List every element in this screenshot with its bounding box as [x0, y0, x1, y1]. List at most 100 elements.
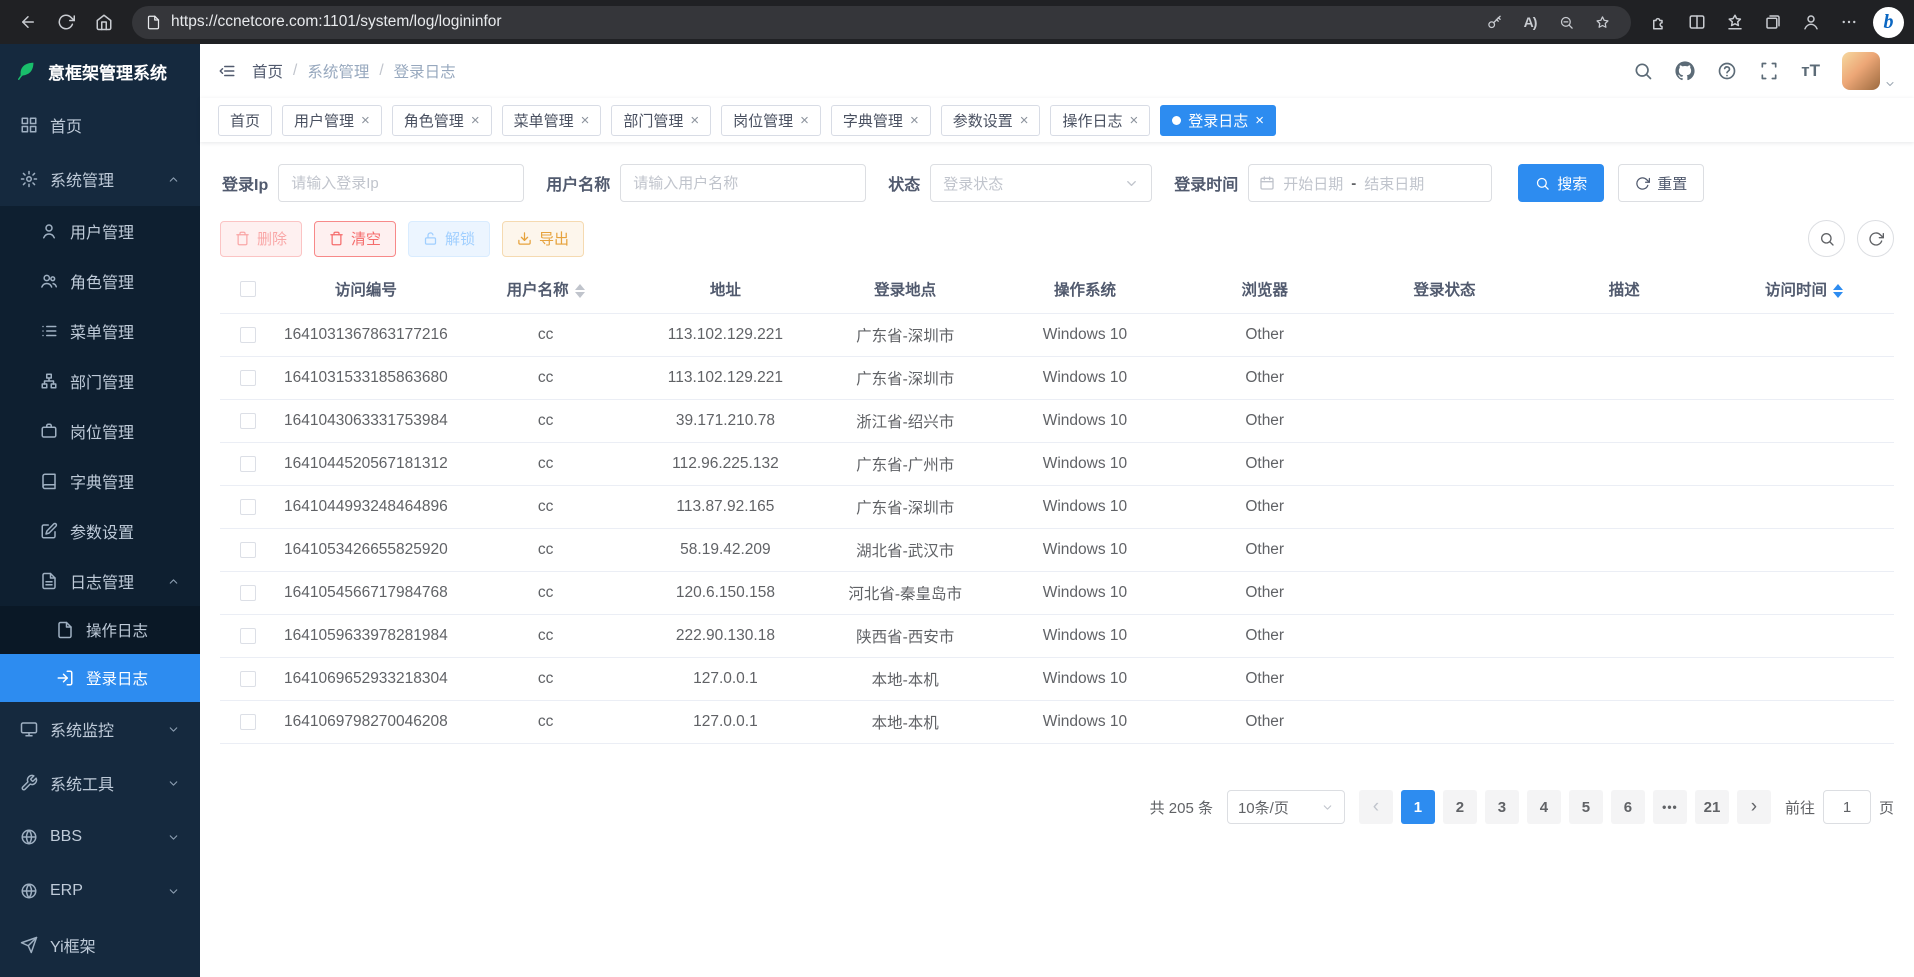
collapse-sidebar-icon[interactable]: [218, 62, 236, 80]
tab-dict-mgmt[interactable]: 字典管理×: [831, 105, 931, 136]
user-name-input[interactable]: [620, 164, 866, 202]
toggle-search-button[interactable]: [1808, 220, 1845, 257]
tab-operation-log[interactable]: 操作日志×: [1050, 105, 1150, 136]
close-icon[interactable]: ×: [1130, 113, 1139, 128]
unlock-button[interactable]: 解锁: [408, 221, 490, 257]
select-all-checkbox[interactable]: [240, 281, 256, 297]
font-size-icon[interactable]: тT: [1801, 61, 1820, 81]
close-icon[interactable]: ×: [471, 113, 480, 128]
sidebar-item-post-mgmt[interactable]: 岗位管理: [0, 406, 200, 456]
row-checkbox[interactable]: [240, 413, 256, 429]
help-icon[interactable]: [1717, 61, 1737, 81]
user-avatar[interactable]: [1842, 52, 1880, 90]
collections-icon[interactable]: [1755, 4, 1791, 40]
fullscreen-icon[interactable]: [1759, 61, 1779, 81]
close-icon[interactable]: ×: [1020, 113, 1029, 128]
goto-page-input[interactable]: [1823, 790, 1871, 824]
browser-menu-icon[interactable]: [1831, 4, 1867, 40]
page-button-6[interactable]: 6: [1611, 790, 1645, 824]
row-checkbox[interactable]: [240, 499, 256, 515]
sort-icon[interactable]: [1833, 284, 1843, 298]
table-row[interactable]: 1641044993248464896 cc 113.87.92.165 广东省…: [220, 486, 1894, 529]
row-checkbox[interactable]: [240, 456, 256, 472]
tab-home[interactable]: 首页: [218, 105, 272, 136]
refresh-table-button[interactable]: [1857, 220, 1894, 257]
close-icon[interactable]: ×: [800, 113, 809, 128]
sidebar-item-system-monitor[interactable]: 系统监控: [0, 702, 200, 756]
sort-icon[interactable]: [575, 284, 585, 298]
tab-dept-mgmt[interactable]: 部门管理×: [611, 105, 711, 136]
row-checkbox[interactable]: [240, 671, 256, 687]
table-row[interactable]: 1641059633978281984 cc 222.90.130.18 陕西省…: [220, 615, 1894, 658]
close-icon[interactable]: ×: [690, 113, 699, 128]
table-row[interactable]: 1641069652933218304 cc 127.0.0.1 本地-本机 W…: [220, 658, 1894, 701]
sidebar-item-system-tools[interactable]: 系统工具: [0, 756, 200, 810]
sidebar-item-erp[interactable]: ERP: [0, 864, 200, 918]
sidebar-item-log-mgmt[interactable]: 日志管理: [0, 556, 200, 606]
page-button-1[interactable]: 1: [1401, 790, 1435, 824]
col-user-name[interactable]: 用户名称: [456, 265, 636, 314]
tab-user-mgmt[interactable]: 用户管理×: [282, 105, 382, 136]
more-pages-button[interactable]: •••: [1653, 790, 1687, 824]
sidebar-item-dict-mgmt[interactable]: 字典管理: [0, 456, 200, 506]
row-checkbox[interactable]: [240, 628, 256, 644]
close-icon[interactable]: ×: [581, 113, 590, 128]
extensions-icon[interactable]: [1641, 4, 1677, 40]
tab-post-mgmt[interactable]: 岗位管理×: [721, 105, 821, 136]
zoom-level-icon[interactable]: [1551, 7, 1581, 37]
close-icon[interactable]: ×: [1255, 113, 1264, 128]
address-bar[interactable]: https://ccnetcore.com:1101/system/log/lo…: [132, 6, 1631, 39]
chevron-down-icon[interactable]: [1884, 78, 1896, 90]
col-access-time[interactable]: 访问时间: [1714, 265, 1894, 314]
export-button[interactable]: 导出: [502, 221, 584, 257]
date-range-picker[interactable]: 开始日期 - 结束日期: [1248, 164, 1492, 202]
sidebar-item-user-mgmt[interactable]: 用户管理: [0, 206, 200, 256]
home-icon[interactable]: [86, 4, 122, 40]
tab-menu-mgmt[interactable]: 菜单管理×: [502, 105, 602, 136]
split-screen-icon[interactable]: [1679, 4, 1715, 40]
site-info-icon[interactable]: [146, 15, 161, 30]
browser-profile-icon[interactable]: [1793, 4, 1829, 40]
row-checkbox[interactable]: [240, 542, 256, 558]
tab-role-mgmt[interactable]: 角色管理×: [392, 105, 492, 136]
table-row[interactable]: 1641053426655825920 cc 58.19.42.209 湖北省-…: [220, 529, 1894, 572]
sidebar-item-system-mgmt[interactable]: 系统管理: [0, 152, 200, 206]
page-button-3[interactable]: 3: [1485, 790, 1519, 824]
page-button-21[interactable]: 21: [1695, 790, 1729, 824]
sidebar-item-param-settings[interactable]: 参数设置: [0, 506, 200, 556]
table-row[interactable]: 1641044520567181312 cc 112.96.225.132 广东…: [220, 443, 1894, 486]
delete-button[interactable]: 删除: [220, 221, 302, 257]
refresh-icon[interactable]: [48, 4, 84, 40]
favorites-icon[interactable]: [1717, 4, 1753, 40]
sidebar-item-bbs[interactable]: BBS: [0, 810, 200, 864]
read-aloud-icon[interactable]: A): [1515, 7, 1545, 37]
ip-input[interactable]: [278, 164, 524, 202]
sidebar-item-role-mgmt[interactable]: 角色管理: [0, 256, 200, 306]
table-row[interactable]: 1641031533185863680 cc 113.102.129.221 广…: [220, 357, 1894, 400]
sidebar-item-login-log[interactable]: 登录日志: [0, 654, 200, 702]
row-checkbox[interactable]: [240, 327, 256, 343]
row-checkbox[interactable]: [240, 370, 256, 386]
table-row[interactable]: 1641069798270046208 cc 127.0.0.1 本地-本机 W…: [220, 701, 1894, 744]
status-select[interactable]: 登录状态: [930, 164, 1152, 202]
github-icon[interactable]: [1675, 61, 1695, 81]
back-icon[interactable]: [10, 4, 46, 40]
search-button[interactable]: 搜索: [1518, 164, 1604, 202]
password-key-icon[interactable]: [1479, 7, 1509, 37]
breadcrumb-system-mgmt[interactable]: 系统管理: [307, 60, 369, 82]
next-page-button[interactable]: ›: [1737, 790, 1771, 824]
row-checkbox[interactable]: [240, 714, 256, 730]
sidebar-item-dept-mgmt[interactable]: 部门管理: [0, 356, 200, 406]
reset-button[interactable]: 重置: [1618, 164, 1704, 202]
page-size-select[interactable]: 10条/页: [1227, 790, 1345, 824]
sidebar-item-menu-mgmt[interactable]: 菜单管理: [0, 306, 200, 356]
page-button-5[interactable]: 5: [1569, 790, 1603, 824]
prev-page-button[interactable]: ‹: [1359, 790, 1393, 824]
sidebar-item-operation-log[interactable]: 操作日志: [0, 606, 200, 654]
search-icon[interactable]: [1633, 61, 1653, 81]
breadcrumb-home[interactable]: 首页: [252, 60, 283, 82]
sidebar-item-yi-framework[interactable]: Yi框架: [0, 918, 200, 972]
tab-param-settings[interactable]: 参数设置×: [941, 105, 1041, 136]
table-row[interactable]: 1641054566717984768 cc 120.6.150.158 河北省…: [220, 572, 1894, 615]
row-checkbox[interactable]: [240, 585, 256, 601]
